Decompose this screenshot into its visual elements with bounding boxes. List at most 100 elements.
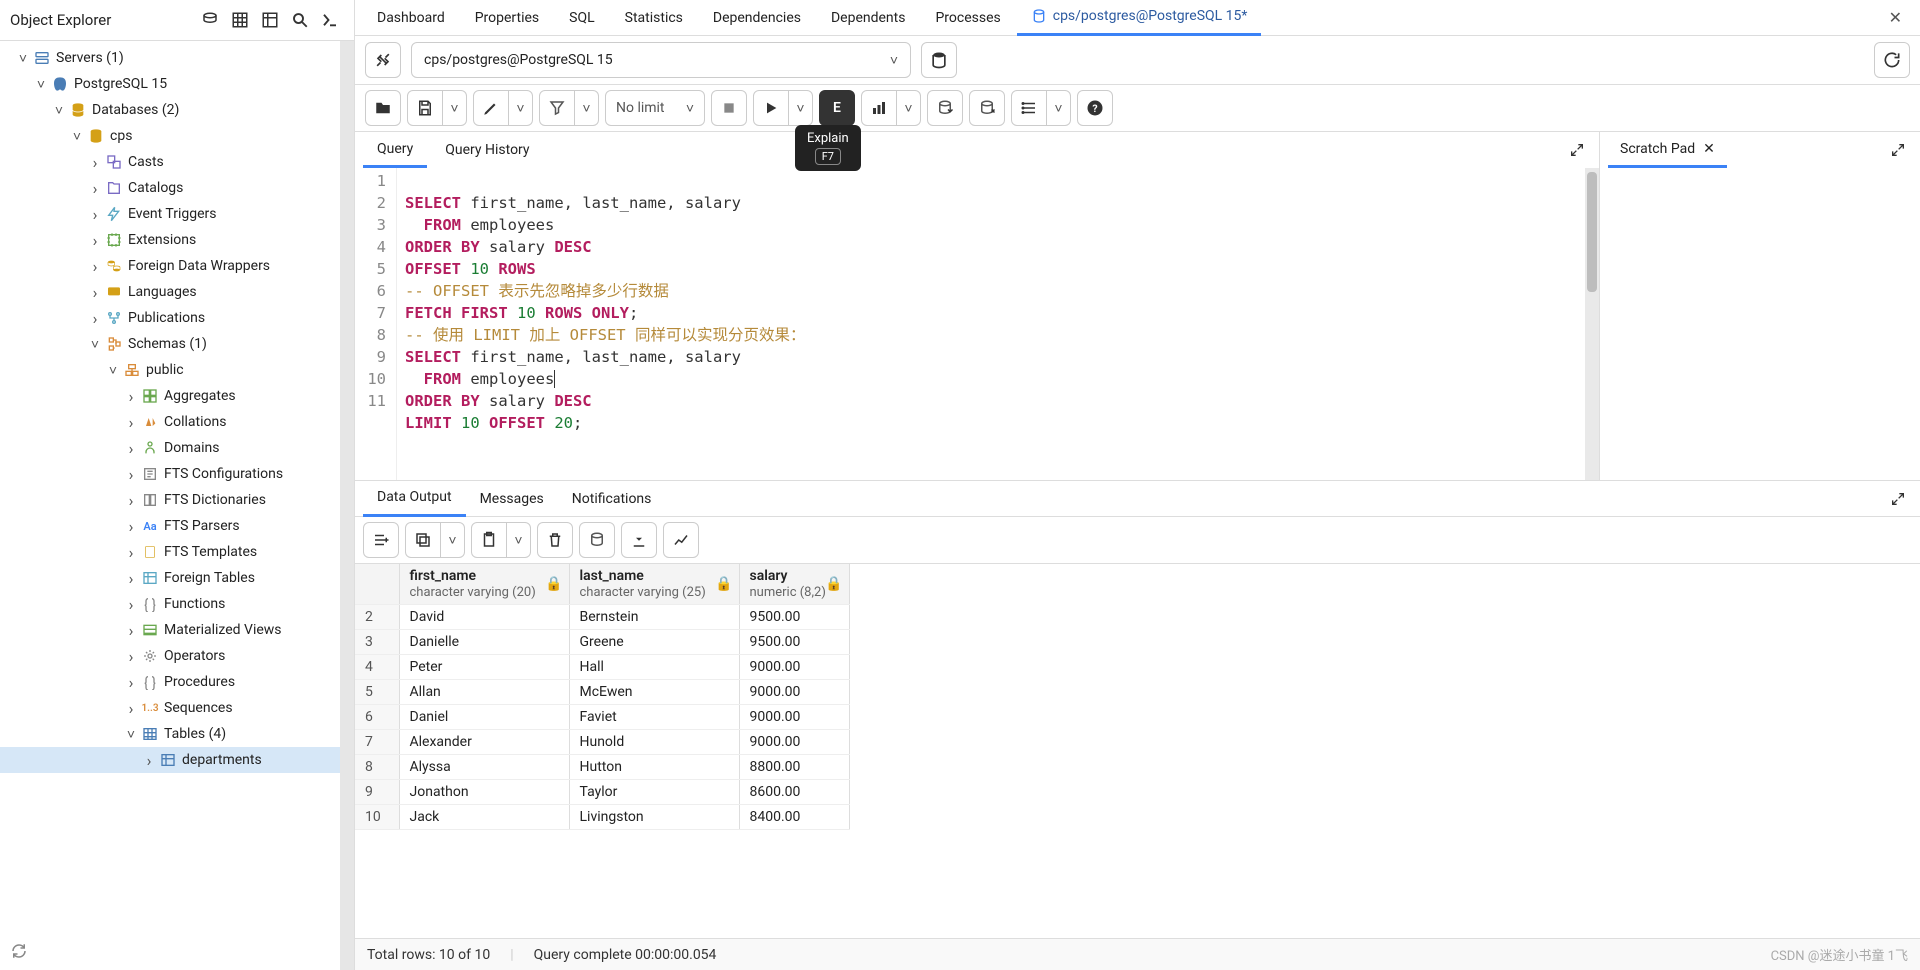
departments-table-node[interactable]: departments: [0, 747, 354, 773]
sequences-node[interactable]: 1..3Sequences: [0, 695, 354, 721]
copy-button[interactable]: [405, 522, 441, 558]
rollback-button[interactable]: [969, 90, 1005, 126]
execute-button[interactable]: [753, 90, 789, 126]
chevron-right-icon[interactable]: [86, 283, 104, 302]
tab-properties[interactable]: Properties: [461, 0, 553, 36]
chevron-right-icon[interactable]: [86, 205, 104, 224]
column-first-name[interactable]: first_namecharacter varying (20)🔒: [399, 564, 569, 605]
filter-button[interactable]: [539, 90, 575, 126]
chevron-right-icon[interactable]: [86, 153, 104, 172]
tab-dashboard[interactable]: Dashboard: [363, 0, 459, 36]
close-icon[interactable]: ✕: [1703, 141, 1715, 157]
cell-salary[interactable]: 9500.00: [739, 605, 849, 630]
fts-parsers-node[interactable]: AaFTS Parsers: [0, 513, 354, 539]
cell-last-name[interactable]: Greene: [569, 630, 739, 655]
column-salary[interactable]: salarynumeric (8,2)🔒: [739, 564, 849, 605]
chevron-right-icon[interactable]: [122, 543, 140, 562]
tab-query-history[interactable]: Query History: [431, 132, 543, 168]
cell-salary[interactable]: 9000.00: [739, 655, 849, 680]
foreign-tables-node[interactable]: Foreign Tables: [0, 565, 354, 591]
cell-first-name[interactable]: Peter: [399, 655, 569, 680]
cell-salary[interactable]: 9000.00: [739, 730, 849, 755]
explain-analyze-button[interactable]: [861, 90, 897, 126]
macros-button[interactable]: [1011, 90, 1047, 126]
terminal-icon-btn[interactable]: [316, 6, 344, 34]
chevron-right-icon[interactable]: [140, 751, 158, 770]
tab-dependencies[interactable]: Dependencies: [699, 0, 815, 36]
tab-messages[interactable]: Messages: [466, 481, 558, 517]
chevron-right-icon[interactable]: [122, 699, 140, 718]
editor-scrollbar[interactable]: [1585, 168, 1599, 480]
fdw-node[interactable]: Foreign Data Wrappers: [0, 253, 354, 279]
stop-button[interactable]: [711, 90, 747, 126]
chevron-down-icon[interactable]: [104, 362, 122, 379]
tab-dependents[interactable]: Dependents: [817, 0, 919, 36]
chevron-right-icon[interactable]: [86, 257, 104, 276]
tab-data-output[interactable]: Data Output: [363, 481, 466, 517]
chevron-right-icon[interactable]: [86, 179, 104, 198]
table-row[interactable]: 7 Alexander Hunold 9000.00: [355, 730, 849, 755]
procedures-node[interactable]: Procedures: [0, 669, 354, 695]
languages-node[interactable]: Languages: [0, 279, 354, 305]
paste-dropdown[interactable]: [507, 522, 531, 558]
collations-node[interactable]: Collations: [0, 409, 354, 435]
chart-button[interactable]: [663, 522, 699, 558]
scratch-pad-tab[interactable]: Scratch Pad ✕: [1608, 132, 1727, 168]
chevron-down-icon[interactable]: [68, 128, 86, 145]
save-button[interactable]: [407, 90, 443, 126]
catalogs-node[interactable]: Catalogs: [0, 175, 354, 201]
cell-first-name[interactable]: David: [399, 605, 569, 630]
new-connection-button[interactable]: [921, 42, 957, 78]
chevron-right-icon[interactable]: [122, 439, 140, 458]
operators-node[interactable]: Operators: [0, 643, 354, 669]
functions-node[interactable]: Functions: [0, 591, 354, 617]
cell-salary[interactable]: 9500.00: [739, 630, 849, 655]
download-button[interactable]: [621, 522, 657, 558]
tables-node[interactable]: Tables (4): [0, 721, 354, 747]
code-content[interactable]: SELECT first_name, last_name, salary FRO…: [397, 168, 1599, 480]
copy-dropdown[interactable]: [441, 522, 465, 558]
commit-button[interactable]: [927, 90, 963, 126]
expand-editor-icon[interactable]: [1563, 136, 1591, 164]
save-dropdown[interactable]: [443, 90, 467, 126]
table-row[interactable]: 5 Allan McEwen 9000.00: [355, 680, 849, 705]
casts-node[interactable]: Casts: [0, 149, 354, 175]
explain-button[interactable]: E: [819, 90, 855, 126]
chevron-right-icon[interactable]: [122, 491, 140, 510]
cell-salary[interactable]: 8600.00: [739, 780, 849, 805]
tab-query[interactable]: Query: [363, 132, 427, 168]
server-icon-btn[interactable]: [196, 6, 224, 34]
open-file-button[interactable]: [365, 90, 401, 126]
tree-scrollbar[interactable]: [340, 41, 354, 970]
chevron-down-icon[interactable]: [122, 726, 140, 743]
cell-first-name[interactable]: Alexander: [399, 730, 569, 755]
cell-first-name[interactable]: Jack: [399, 805, 569, 830]
grid-icon-btn[interactable]: [226, 6, 254, 34]
cell-salary[interactable]: 9000.00: [739, 705, 849, 730]
chevron-right-icon[interactable]: [122, 569, 140, 588]
chevron-down-icon[interactable]: [86, 336, 104, 353]
tab-sql[interactable]: SQL: [555, 0, 608, 36]
table-row[interactable]: 9 Jonathon Taylor 8600.00: [355, 780, 849, 805]
limit-selector[interactable]: No limit: [605, 90, 705, 126]
chevron-right-icon[interactable]: [122, 647, 140, 666]
cell-last-name[interactable]: Faviet: [569, 705, 739, 730]
explain-dropdown[interactable]: [897, 90, 921, 126]
execute-dropdown[interactable]: [789, 90, 813, 126]
fts-conf-node[interactable]: FTS Configurations: [0, 461, 354, 487]
event-triggers-node[interactable]: Event Triggers: [0, 201, 354, 227]
chevron-down-icon[interactable]: [32, 76, 50, 93]
search-icon-btn[interactable]: [286, 6, 314, 34]
chevron-right-icon[interactable]: [86, 231, 104, 250]
filter-dropdown[interactable]: [575, 90, 599, 126]
add-row-button[interactable]: [363, 522, 399, 558]
tab-processes[interactable]: Processes: [921, 0, 1014, 36]
aggregates-node[interactable]: Aggregates: [0, 383, 354, 409]
table-row[interactable]: 6 Daniel Faviet 9000.00: [355, 705, 849, 730]
reset-layout-button[interactable]: [1874, 42, 1910, 78]
cell-first-name[interactable]: Allan: [399, 680, 569, 705]
macros-dropdown[interactable]: [1047, 90, 1071, 126]
chevron-right-icon[interactable]: [122, 413, 140, 432]
tab-query-tool[interactable]: cps/postgres@PostgreSQL 15*: [1017, 0, 1262, 36]
schemas-node[interactable]: Schemas (1): [0, 331, 354, 357]
